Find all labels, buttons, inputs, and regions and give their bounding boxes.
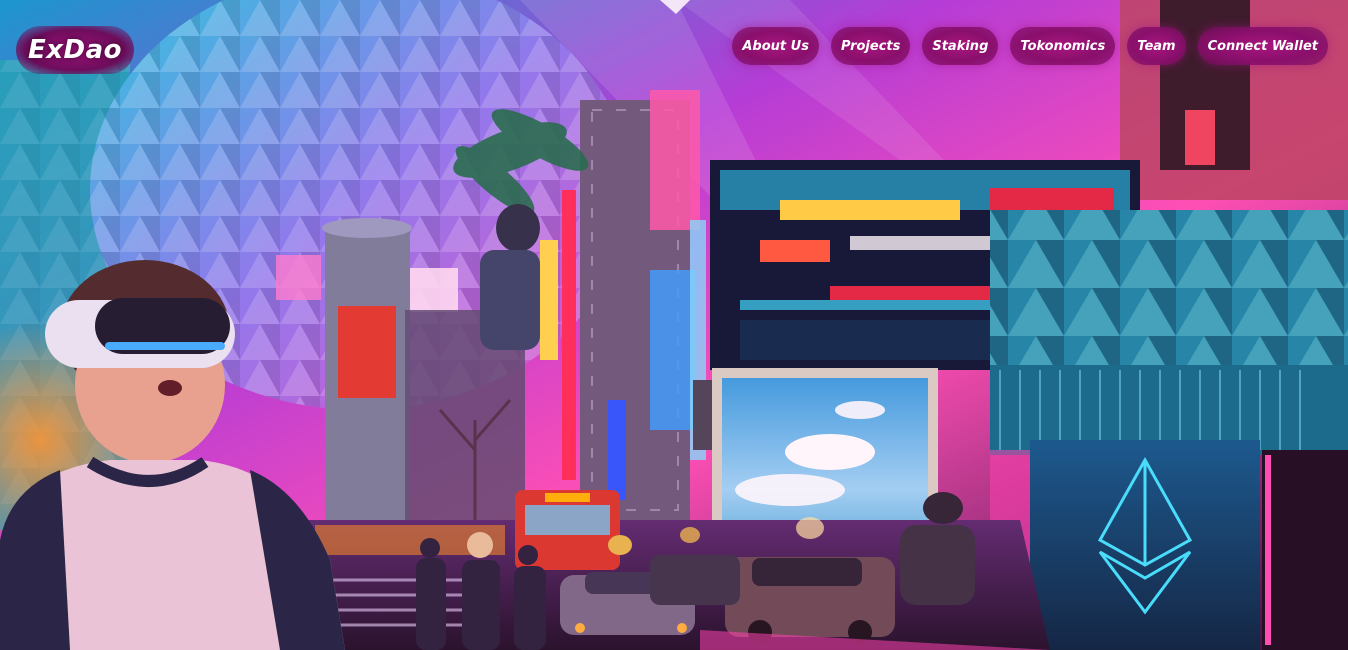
- cyberpunk-city-collage: [0, 0, 1348, 650]
- nav-projects-button[interactable]: Projects: [830, 27, 911, 65]
- top-navigation: About Us Projects Staking Tokonomics Tea…: [732, 27, 1328, 65]
- connect-wallet-button[interactable]: Connect Wallet: [1197, 27, 1328, 65]
- nav-staking-button[interactable]: Staking: [922, 27, 999, 65]
- site-logo[interactable]: ExDao: [16, 26, 134, 74]
- nav-about-us-button[interactable]: About Us: [732, 27, 819, 65]
- logo-text: ExDao: [27, 35, 123, 65]
- nav-tokonomics-button[interactable]: Tokonomics: [1010, 27, 1116, 65]
- nav-team-button[interactable]: Team: [1127, 27, 1186, 65]
- hero-collage-background: [0, 0, 1348, 650]
